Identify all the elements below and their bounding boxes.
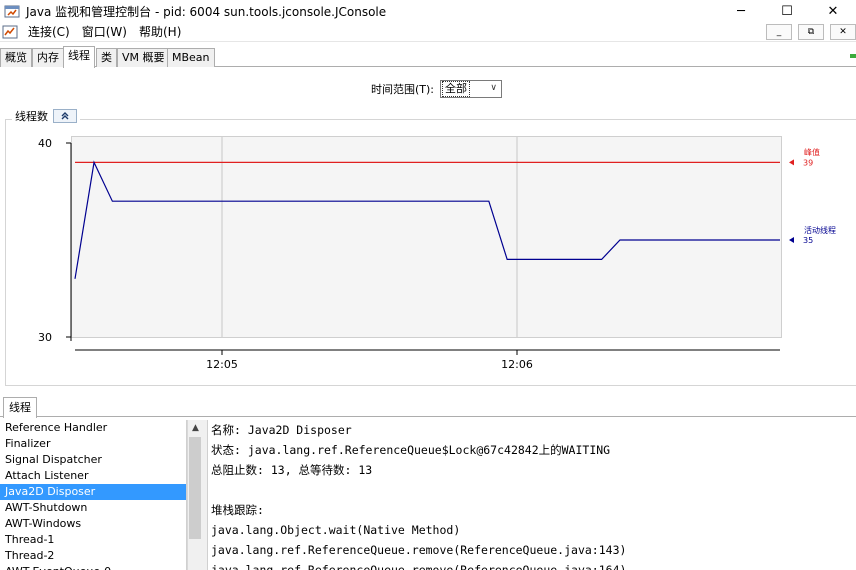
scroll-up-arrow-icon[interactable]: ▲ [188, 420, 203, 435]
detail-line: 堆栈跟踪: [211, 503, 264, 517]
thread-list-item[interactable]: AWT-Shutdown [0, 500, 186, 516]
series-line-1 [74, 160, 780, 279]
tab-threads[interactable]: 线程 [63, 46, 95, 68]
thread-list-item[interactable]: Finalizer [0, 436, 186, 452]
split-pane-divider[interactable] [202, 420, 208, 570]
thread-list-item[interactable]: Thread-2 [0, 548, 186, 564]
thread-list-item[interactable]: AWT-Windows [0, 516, 186, 532]
legend-marker-icon [789, 237, 794, 243]
detail-line: java.lang.ref.ReferenceQueue.remove(Refe… [211, 563, 627, 570]
tab-thread-list[interactable]: 线程 [3, 397, 37, 418]
x-tick-label: 12:05 [206, 358, 238, 371]
detail-line [211, 480, 856, 500]
thread-details: 名称: Java2D Disposer 状态: java.lang.ref.Ref… [209, 420, 856, 570]
thread-list-item[interactable]: Thread-1 [0, 532, 186, 548]
thread-list-scrollbar[interactable]: ▲ [187, 420, 202, 570]
legend-name: 活动线程 [804, 225, 836, 235]
y-tick-label: 30 [38, 331, 52, 344]
legend-value: 39 [803, 158, 813, 167]
thread-list-item[interactable]: Java2D Disposer [0, 484, 186, 500]
detail-line: 状态: java.lang.ref.ReferenceQueue$Lock@67… [211, 443, 611, 457]
thread-list[interactable]: Reference Handler Finalizer Signal Dispatc… [0, 420, 187, 570]
legend-name: 峰值 [804, 147, 820, 157]
y-tick-label: 40 [38, 137, 52, 150]
legend-value: 35 [803, 236, 813, 245]
detail-line: java.lang.ref.ReferenceQueue.remove(Refe… [211, 543, 627, 557]
thread-list-item[interactable]: Signal Dispatcher [0, 452, 186, 468]
x-tick-label: 12:06 [501, 358, 533, 371]
detail-line: 总阻止数: 13, 总等待数: 13 [211, 463, 373, 477]
threads-tab-strip: 线程 [0, 397, 856, 418]
thread-list-item[interactable]: Reference Handler [0, 420, 186, 436]
detail-line: java.lang.Object.wait(Native Method) [211, 523, 461, 537]
scroll-thumb[interactable] [189, 437, 201, 539]
detail-line: 名称: Java2D Disposer [211, 423, 352, 437]
thread-list-item[interactable]: Attach Listener [0, 468, 186, 484]
thread-list-item[interactable]: AWT-EventQueue-0 [0, 564, 186, 570]
legend-marker-icon [789, 159, 794, 166]
